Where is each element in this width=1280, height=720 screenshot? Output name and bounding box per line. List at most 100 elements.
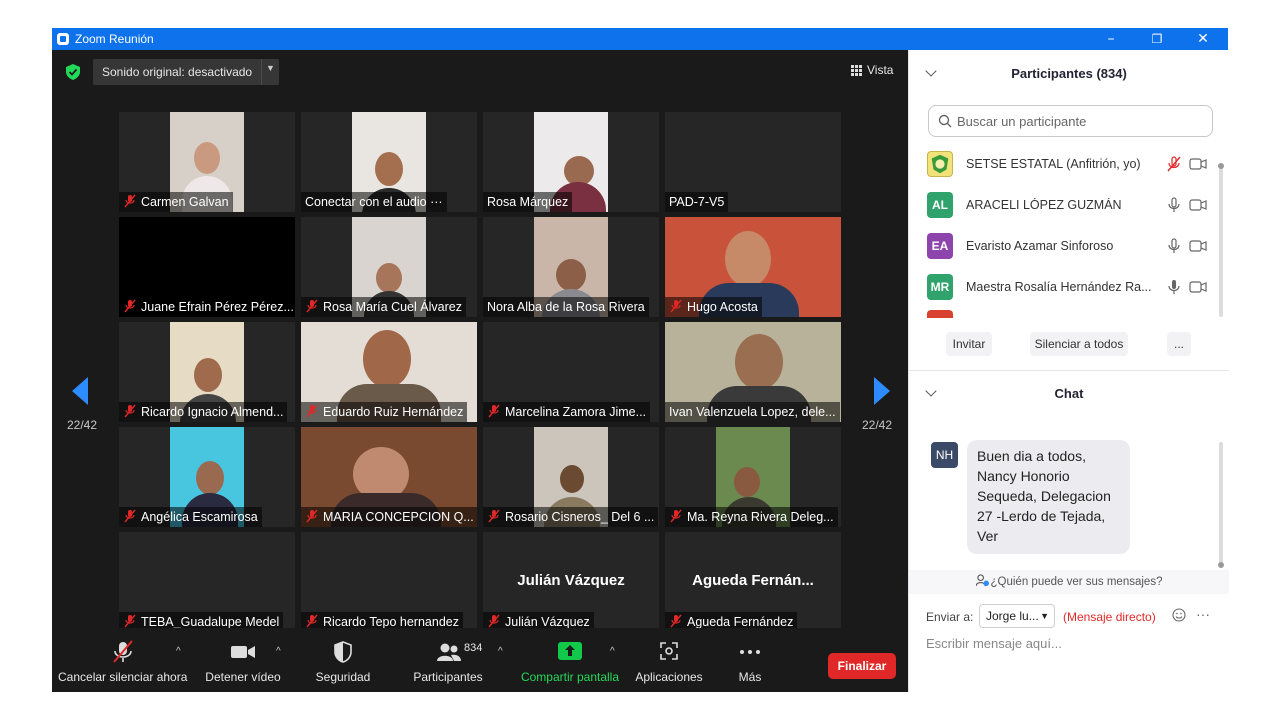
- camera-icon[interactable]: [1189, 281, 1207, 293]
- share-screen-button[interactable]: ^ Compartir pantalla: [518, 628, 622, 692]
- video-tile[interactable]: PAD-7-V5: [665, 112, 841, 212]
- participant-name: Marcelina Zamora Jime...: [505, 405, 647, 419]
- chat-more-button[interactable]: ···: [1196, 606, 1210, 622]
- chevron-up-icon[interactable]: ^: [498, 646, 503, 657]
- participant-name-tag: Hugo Acosta: [665, 297, 762, 317]
- who-can-see-link[interactable]: ¿Quién puede ver sus mensajes?: [909, 570, 1229, 594]
- muted-mic-icon[interactable]: [1167, 156, 1181, 172]
- security-button[interactable]: Seguridad: [307, 628, 379, 692]
- participant-row[interactable]: EA Evaristo Azamar Sinforoso: [909, 226, 1219, 267]
- video-tile[interactable]: Nora Alba de la Rosa Rivera: [483, 217, 659, 317]
- restore-button[interactable]: ❐: [1134, 28, 1180, 50]
- video-tile[interactable]: Rosa María Cuel Álvarez: [301, 217, 477, 317]
- participants-button[interactable]: 834 ^ Participantes: [408, 628, 502, 692]
- microphone-icon[interactable]: [1167, 279, 1181, 295]
- participant-name-tag: Marcelina Zamora Jime...: [483, 402, 651, 422]
- video-tile[interactable]: MARIA CONCEPCION Q...: [301, 427, 477, 527]
- video-tile[interactable]: Eduardo Ruiz Hernández: [301, 322, 477, 422]
- participant-name-tag: Ma. Reyna Rivera Deleg...: [665, 507, 838, 527]
- video-tile[interactable]: Rosa Márquez: [483, 112, 659, 212]
- participant-search-input[interactable]: Buscar un participante: [928, 105, 1213, 137]
- mute-all-button[interactable]: Silenciar a todos: [1030, 332, 1128, 356]
- view-button[interactable]: Vista: [847, 59, 901, 83]
- unmute-button[interactable]: ^ Cancelar silenciar ahora: [58, 628, 188, 692]
- camera-icon[interactable]: [1189, 158, 1207, 170]
- video-tile[interactable]: Rosario Cisneros_ Del 6 ...: [483, 427, 659, 527]
- video-tile[interactable]: Hugo Acosta: [665, 217, 841, 317]
- chat-scrollbar[interactable]: [1218, 442, 1224, 568]
- partial-avatar: [927, 310, 953, 318]
- page-indicator-right: 22/42: [862, 418, 893, 432]
- page-indicator-left: 22/42: [67, 418, 98, 432]
- apps-button[interactable]: Aplicaciones: [631, 628, 707, 692]
- camera-icon[interactable]: [1189, 199, 1207, 211]
- window-title: Zoom Reunión: [75, 32, 154, 46]
- recipient-select[interactable]: Jorge lu... ▼: [979, 604, 1055, 628]
- video-tile[interactable]: TEBA_Guadalupe Medel: [119, 532, 295, 632]
- video-stage: Sonido original: desactivado ▼ Vista 22/…: [52, 50, 908, 692]
- share-screen-label: Compartir pantalla: [520, 670, 620, 684]
- more-options-button[interactable]: ...: [1167, 332, 1191, 356]
- video-tile[interactable]: Ricardo Tepo hernandez: [301, 532, 477, 632]
- chevron-up-icon[interactable]: ^: [610, 646, 615, 657]
- participant-row[interactable]: AL ARACELI LÓPEZ GUZMÁN: [909, 185, 1219, 226]
- video-tile[interactable]: Carmen Galvan: [119, 112, 295, 212]
- participant-list: SETSE ESTATAL (Anfitrión, yo) AL ARACELI…: [909, 142, 1229, 318]
- participant-row[interactable]: SETSE ESTATAL (Anfitrión, yo): [909, 144, 1219, 185]
- stop-video-label: Detener vídeo: [205, 670, 281, 684]
- chat-message-input[interactable]: Escribir mensaje aquí...: [926, 636, 1062, 651]
- participant-name-tag: Rosa María Cuel Álvarez: [301, 297, 466, 317]
- close-button[interactable]: ✕: [1180, 28, 1226, 50]
- chevron-up-icon[interactable]: ^: [176, 646, 181, 657]
- emoji-icon[interactable]: [1172, 608, 1186, 622]
- participant-name: Rosa María Cuel Álvarez: [323, 300, 462, 314]
- caret-down-icon[interactable]: ▼: [266, 63, 275, 73]
- invite-button[interactable]: Invitar: [946, 332, 992, 356]
- participant-name: Eduardo Ruiz Hernández: [323, 405, 464, 419]
- participant-name: SETSE ESTATAL (Anfitrión, yo): [966, 157, 1141, 171]
- video-tile[interactable]: Conectar con el audio ···: [301, 112, 477, 212]
- muted-mic-icon: [488, 509, 500, 523]
- participant-name-tag: PAD-7-V5: [665, 192, 729, 212]
- participant-row[interactable]: MR Maestra Rosalía Hernández Ra...: [909, 267, 1219, 308]
- end-meeting-button[interactable]: Finalizar: [828, 653, 896, 679]
- muted-microphone-icon: [113, 640, 133, 663]
- participant-avatar: EA: [927, 233, 953, 259]
- participant-name-tag: Rosario Cisneros_ Del 6 ...: [483, 507, 659, 527]
- participant-name: Nora Alba de la Rosa Rivera: [487, 300, 645, 314]
- original-sound-button[interactable]: Sonido original: desactivado ▼: [93, 59, 279, 85]
- video-tile[interactable]: Ma. Reyna Rivera Deleg...: [665, 427, 841, 527]
- person-info-icon: [974, 574, 989, 587]
- participant-display-name: Julián Vázquez: [517, 572, 625, 589]
- unmute-label: Cancelar silenciar ahora: [58, 670, 188, 684]
- participant-name: Angélica Escamirosa: [141, 510, 258, 524]
- microphone-icon[interactable]: [1167, 197, 1181, 213]
- stop-video-button[interactable]: ^ Detener vídeo: [198, 628, 288, 692]
- participant-name-tag: Rosa Márquez: [483, 192, 573, 212]
- video-tile[interactable]: Agueda Fernán... Agueda Fernández: [665, 532, 841, 632]
- next-page-arrow-icon[interactable]: [874, 377, 890, 405]
- participants-scrollbar[interactable]: [1218, 163, 1224, 317]
- meeting-toolbar: ^ Cancelar silenciar ahora ^ Detener víd…: [52, 628, 908, 692]
- video-tile[interactable]: Angélica Escamirosa: [119, 427, 295, 527]
- video-tile[interactable]: Marcelina Zamora Jime...: [483, 322, 659, 422]
- video-tile[interactable]: Julián Vázquez Julián Vázquez: [483, 532, 659, 632]
- more-button[interactable]: Más: [724, 628, 776, 692]
- original-sound-label: Sonido original: desactivado: [102, 65, 253, 79]
- union-logo-icon: [931, 154, 949, 174]
- participants-icon: [437, 643, 461, 661]
- microphone-icon[interactable]: [1167, 238, 1181, 254]
- view-label: Vista: [867, 63, 894, 77]
- security-shield-icon: [334, 641, 352, 663]
- video-tile[interactable]: Ivan Valenzuela Lopez, dele...: [665, 322, 841, 422]
- chevron-up-icon[interactable]: ^: [276, 646, 281, 657]
- previous-page-arrow-icon[interactable]: [72, 377, 88, 405]
- camera-icon[interactable]: [1189, 240, 1207, 252]
- video-tile[interactable]: Juane Efrain Pérez Pérez...: [119, 217, 295, 317]
- zoom-window: Zoom Reunión – ❐ ✕ Sonido original: desa…: [52, 28, 1229, 692]
- minimize-button[interactable]: –: [1088, 28, 1134, 50]
- video-tile[interactable]: Ricardo Ignacio Almend...: [119, 322, 295, 422]
- participant-name: PAD-7-V5: [669, 195, 725, 209]
- search-placeholder: Buscar un participante: [957, 114, 1087, 129]
- encryption-shield-icon[interactable]: [66, 64, 80, 80]
